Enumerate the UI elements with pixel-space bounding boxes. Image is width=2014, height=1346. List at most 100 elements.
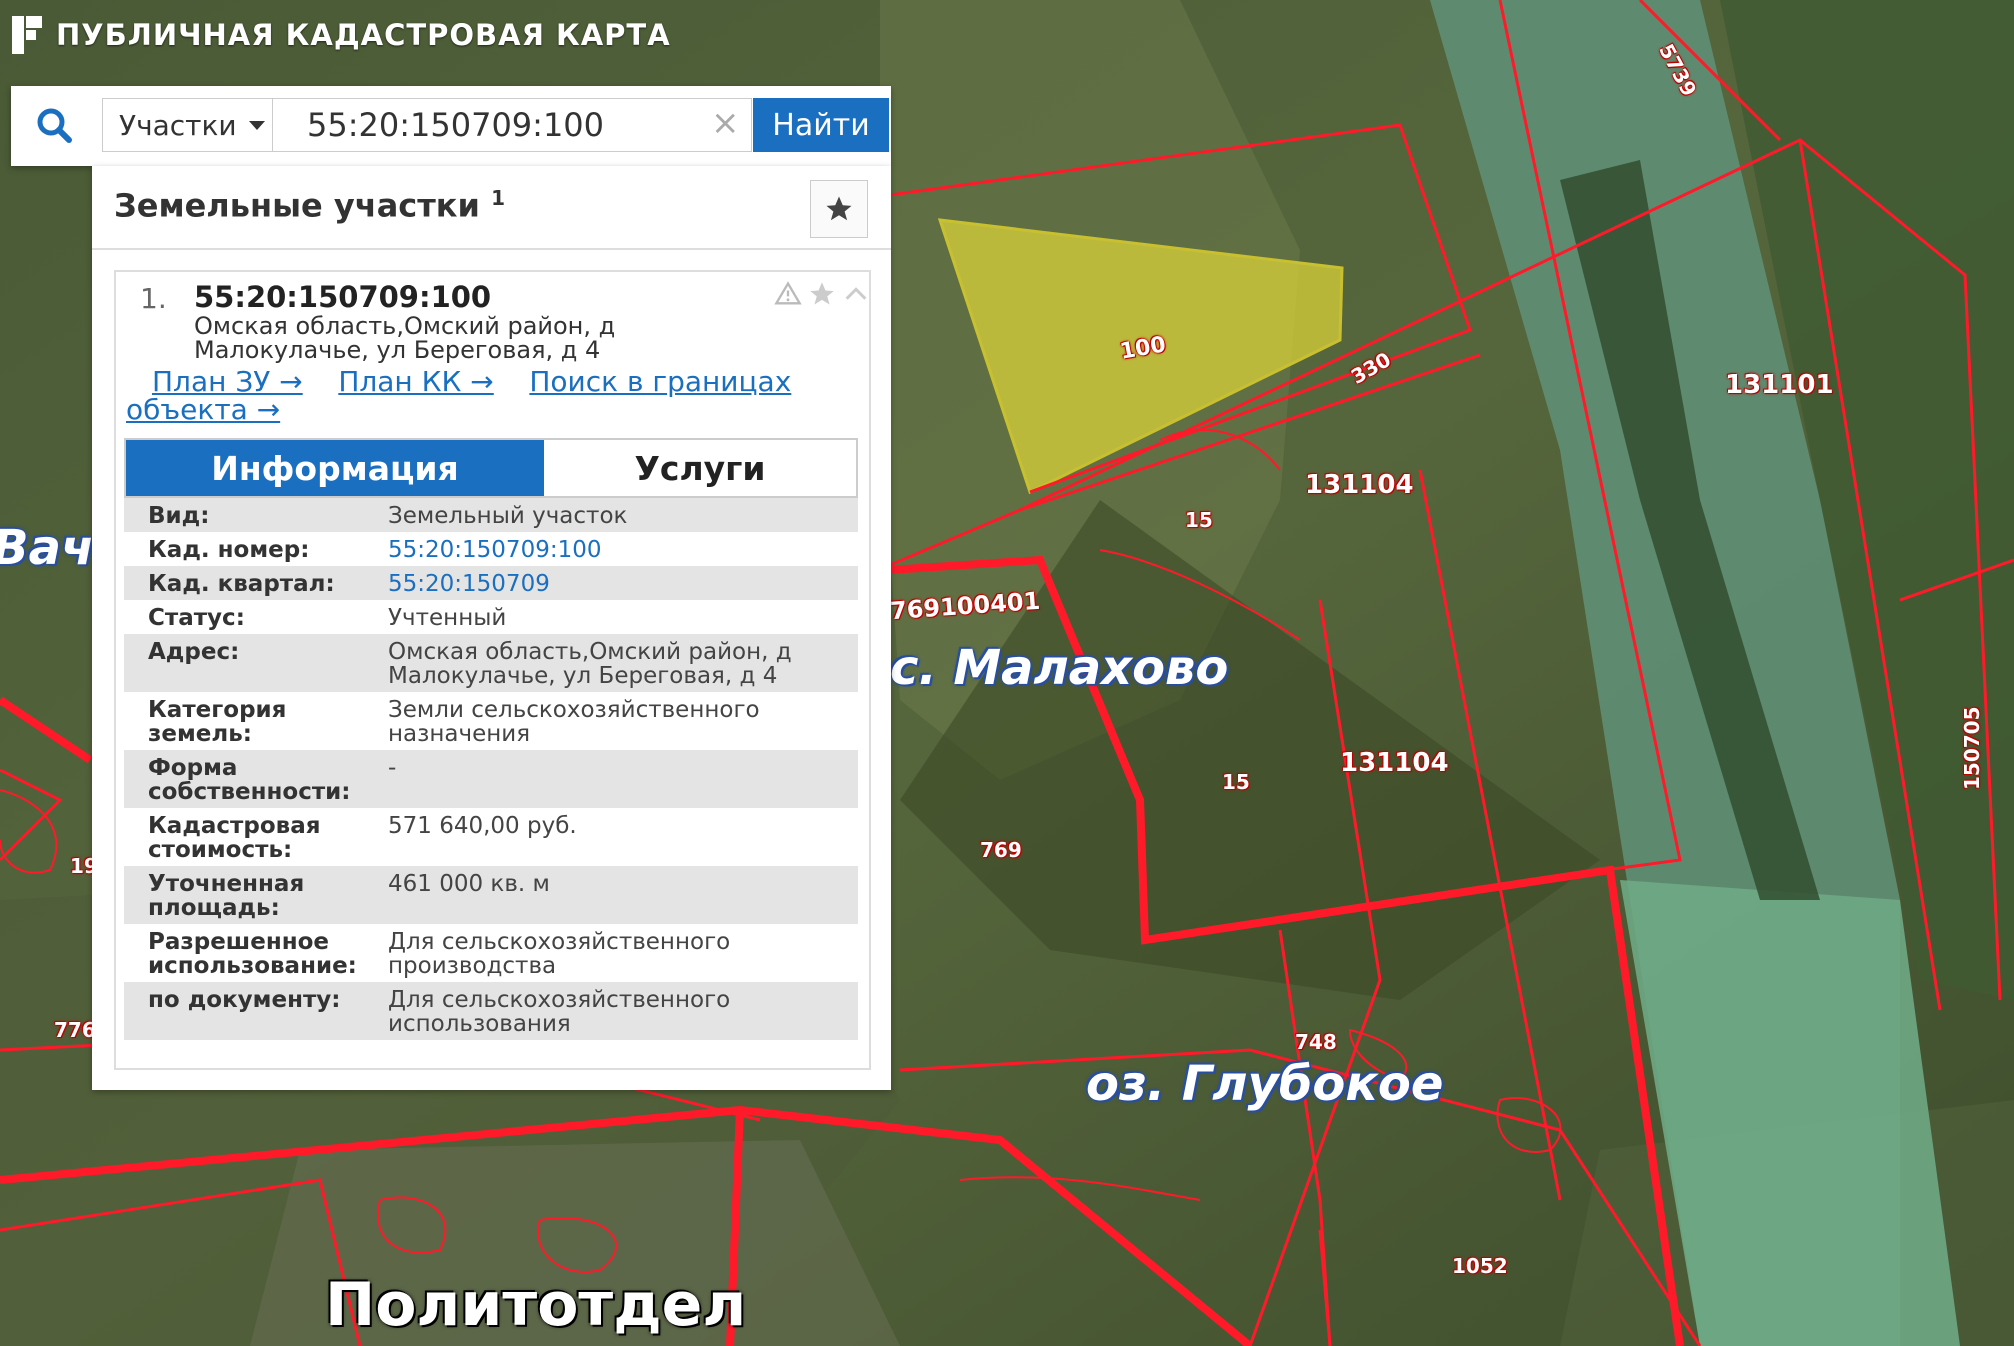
info-row: Кад. квартал: 55:20:150709 [124, 566, 858, 600]
result-links: План ЗУ → План КК → Поиск в границах объ… [126, 368, 846, 424]
result-cad-number[interactable]: 55:20:150709:100 [194, 280, 491, 314]
info-value: - [374, 750, 858, 808]
info-key-line: земель: [148, 721, 252, 747]
info-key: Вид: [124, 498, 374, 532]
info-key-line: по документу: [148, 987, 341, 1013]
info-row: Форма собственности: - [124, 750, 858, 808]
info-row: по документу: Для сельскохозяйственного ис… [124, 982, 858, 1040]
info-value-line: Омская область,Омский район, д [388, 639, 792, 665]
parcel-776-label: 776 [54, 1018, 96, 1042]
info-key: Разрешенное использование: [124, 924, 374, 982]
results-panel: Земельные участки 1 1. 55:20:150709:100 … [92, 166, 891, 1090]
info-key-line: площадь: [148, 895, 280, 921]
result-actions [774, 280, 870, 308]
search-input-value: 55:20:150709:100 [307, 106, 605, 144]
info-key-line: Уточненная [148, 871, 305, 897]
info-key-line: стоимость: [148, 837, 293, 863]
info-key-line: использование: [148, 953, 357, 979]
quarter-131104-label: 131104 [1305, 470, 1414, 500]
chevron-down-icon [248, 120, 265, 130]
info-key: Форма собственности: [124, 750, 374, 808]
info-row: Адрес: Омская область,Омский район, д Мало… [124, 634, 858, 692]
info-key-line: Кад. квартал: [148, 571, 335, 597]
info-value: Для сельскохозяйственного использования [374, 982, 858, 1040]
info-key: Адрес: [124, 634, 374, 692]
info-value-line: назначения [388, 721, 531, 747]
info-value-line: Земли сельскохозяйственного [388, 697, 760, 723]
info-key: Категория земель: [124, 692, 374, 750]
app-header: ПУБЛИЧНАЯ КАДАСТРОВАЯ КАРТА [10, 14, 671, 56]
search-button[interactable]: Найти [753, 98, 889, 152]
parcel-1052-label: 1052 [1452, 1254, 1508, 1278]
result-index: 1. [140, 282, 167, 315]
search-input[interactable]: 55:20:150709:100 [272, 98, 752, 152]
result-address-line: Омская область,Омский район, д [194, 312, 616, 340]
info-value: 461 000 кв. м [374, 866, 858, 924]
info-key: Уточненная площадь: [124, 866, 374, 924]
tab-services[interactable]: Услуги [544, 440, 856, 496]
search-type-dropdown[interactable]: Участки [102, 98, 272, 152]
results-count: 1 [491, 186, 505, 210]
parcel-748-label: 748 [1295, 1030, 1337, 1054]
info-value-line: 571 640,00 руб. [388, 813, 577, 839]
link-plan-kk[interactable]: План КК → [338, 365, 493, 398]
parcel-769-label: 769 [980, 838, 1022, 862]
result-card: 1. 55:20:150709:100 Омская область,Омски… [114, 270, 871, 1070]
info-value: Земельный участок [374, 498, 858, 532]
info-value-line: Земельный участок [388, 503, 628, 529]
info-value: 571 640,00 руб. [374, 808, 858, 866]
quarter-131104-label-2: 131104 [1340, 748, 1449, 778]
lake-glubokoe-label: оз. Глубокое [1086, 1056, 1444, 1112]
info-row: Разрешенное использование: Для сельскохозя… [124, 924, 858, 982]
info-value[interactable]: 55:20:150709 [374, 566, 858, 600]
info-row: Кад. номер: 55:20:150709:100 [124, 532, 858, 566]
info-key-line: Кад. номер: [148, 537, 310, 563]
quarter-150705-label: 150705 [1960, 706, 1984, 791]
info-key: Кад. номер: [124, 532, 374, 566]
info-row: Вид: Земельный участок [124, 498, 858, 532]
info-value-line: - [388, 755, 397, 781]
info-key-line: Вид: [148, 503, 210, 529]
app-logo-icon [12, 16, 42, 54]
clear-icon[interactable]: × [711, 106, 740, 140]
info-row: Статус: Учтенный [124, 600, 858, 634]
info-key-line: Адрес: [148, 639, 240, 665]
results-title: Земельные участки 1 [114, 186, 505, 225]
info-value-line: Малокулачье, ул Береговая, д 4 [388, 663, 778, 689]
village-malakhovo-label: с. Малахово [890, 640, 1229, 696]
warning-icon[interactable] [774, 280, 802, 308]
info-value-line: производства [388, 953, 557, 979]
info-key-line: Статус: [148, 605, 245, 631]
link-search-in-bounds-cont[interactable]: объекта → [126, 393, 280, 426]
result-address-line: Малокулачье, ул Береговая, д 4 [194, 336, 601, 364]
search-type-label: Участки [119, 108, 237, 142]
info-key: Кадастровая стоимость: [124, 808, 374, 866]
tab-info[interactable]: Информация [126, 440, 544, 496]
link-search-in-bounds[interactable]: Поиск в границах [529, 365, 791, 398]
info-value[interactable]: 55:20:150709:100 [374, 532, 858, 566]
info-value-line: 55:20:150709 [388, 571, 550, 597]
chevron-up-icon[interactable] [842, 280, 870, 308]
info-key-line: Форма [148, 755, 238, 781]
info-value-line: использования [388, 1011, 571, 1037]
result-tabs: Информация Услуги [124, 438, 858, 498]
info-value-line: 461 000 кв. м [388, 871, 550, 897]
search-icon[interactable] [33, 104, 77, 148]
star-icon[interactable] [808, 280, 836, 308]
parcel-15-label: 15 [1185, 508, 1213, 532]
info-key: Кад. квартал: [124, 566, 374, 600]
info-value-line: Для сельскохозяйственного [388, 987, 731, 1013]
info-value-line: 55:20:150709:100 [388, 537, 602, 563]
star-icon [826, 196, 852, 221]
search-bar: Участки 55:20:150709:100 × Найти [11, 86, 891, 166]
info-key-line: Кадастровая [148, 813, 321, 839]
info-row: Кадастровая стоимость: 571 640,00 руб. [124, 808, 858, 866]
info-value-line: Учтенный [388, 605, 507, 631]
info-value: Учтенный [374, 600, 858, 634]
quarter-131101-label: 131101 [1725, 370, 1834, 400]
info-key: Статус: [124, 600, 374, 634]
info-value: Для сельскохозяйственного производства [374, 924, 858, 982]
info-key-line: Разрешенное [148, 929, 330, 955]
favorites-button[interactable] [810, 180, 868, 238]
info-value-line: Для сельскохозяйственного [388, 929, 731, 955]
